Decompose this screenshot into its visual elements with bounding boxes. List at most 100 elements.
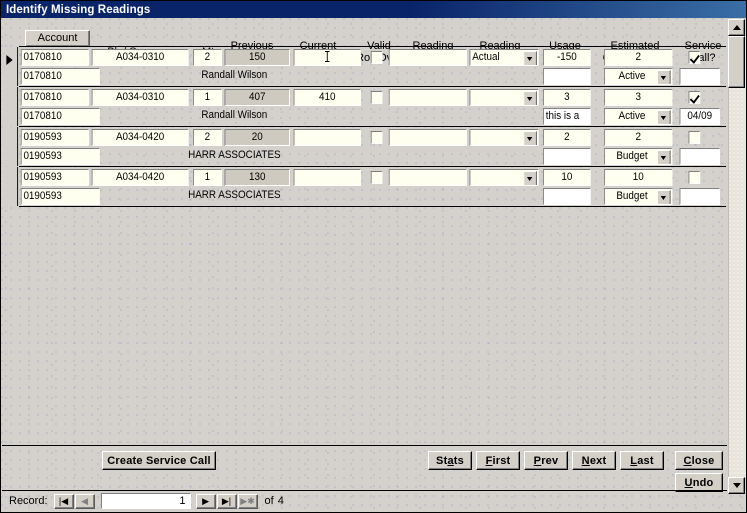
reading-type-combo[interactable]: Actual: [469, 49, 539, 66]
mtr-field[interactable]: 1: [193, 89, 222, 106]
detail-account-field[interactable]: 0190593: [20, 188, 100, 205]
scroll-up-button[interactable]: [728, 19, 745, 36]
last-button[interactable]: Last: [620, 451, 664, 470]
bk-sequence-field[interactable]: A034-0310: [91, 49, 189, 66]
chevron-down-icon[interactable]: [657, 190, 671, 204]
note-field[interactable]: this is a: [543, 108, 591, 125]
detail-account-field[interactable]: 0190593: [20, 148, 100, 165]
text-caret: [325, 51, 330, 62]
create-service-call-button[interactable]: Create Service Call: [102, 451, 216, 470]
estimated-consumption-field[interactable]: 2: [604, 49, 673, 66]
bk-sequence-field[interactable]: A034-0420: [91, 129, 189, 146]
current-reading-field[interactable]: [293, 129, 361, 146]
close-button[interactable]: Close: [675, 451, 723, 470]
usage-field[interactable]: 3: [543, 89, 591, 106]
nav-first-button[interactable]: |◀: [53, 493, 74, 509]
bk-sequence-field[interactable]: A034-0420: [91, 169, 189, 186]
current-reading-field[interactable]: [293, 169, 361, 186]
record-block: 0190593 A034-0420 1 130 10 10 0190593 HARR ASSO…: [1, 167, 728, 207]
record-selector[interactable]: [1, 127, 19, 166]
valid-roll-over-checkbox[interactable]: [370, 91, 383, 104]
nav-prev-button[interactable]: ◀: [74, 493, 95, 509]
chevron-down-icon[interactable]: [657, 150, 671, 164]
status-date-field[interactable]: [679, 188, 720, 205]
record-selector[interactable]: [1, 47, 19, 86]
reading-date-field[interactable]: [388, 89, 467, 106]
status-combo[interactable]: Budget: [604, 188, 673, 205]
reading-type-combo[interactable]: [469, 89, 539, 106]
reading-date-field[interactable]: [388, 49, 467, 66]
scrollbar-thumb[interactable]: [728, 36, 745, 88]
stats-button[interactable]: Stats: [428, 451, 472, 470]
record-selector[interactable]: [1, 87, 19, 126]
customer-name-label: HARR ASSOCIATES: [188, 149, 281, 161]
account-field[interactable]: 0190593: [20, 129, 89, 146]
account-field[interactable]: 0190593: [20, 169, 89, 186]
nav-of-label: of: [264, 495, 274, 507]
reading-type-combo[interactable]: [469, 129, 539, 146]
nav-last-button[interactable]: ▶|: [216, 493, 237, 509]
account-field[interactable]: 0170810: [20, 89, 89, 106]
scrollbar-track[interactable]: [728, 36, 746, 477]
valid-roll-over-checkbox[interactable]: [370, 51, 383, 64]
mtr-field[interactable]: 2: [193, 49, 222, 66]
chevron-down-icon[interactable]: [657, 110, 671, 124]
estimated-consumption-field[interactable]: 2: [604, 129, 673, 146]
nav-new-record-button[interactable]: ▶✱: [237, 493, 258, 509]
note-field[interactable]: [543, 188, 591, 205]
reading-date-field[interactable]: [388, 129, 467, 146]
usage-field[interactable]: 10: [543, 169, 591, 186]
record-navigator: Record: |◀ ◀ 1 ▶ ▶| ▶✱ of 4: [2, 491, 727, 511]
status-date-field[interactable]: 04/09: [679, 108, 720, 125]
chevron-down-icon[interactable]: [523, 91, 537, 105]
valid-roll-over-checkbox[interactable]: [370, 171, 383, 184]
estimated-consumption-field[interactable]: 3: [604, 89, 673, 106]
usage-field[interactable]: 2: [543, 129, 591, 146]
reading-date-field[interactable]: [388, 169, 467, 186]
scroll-down-button[interactable]: [728, 477, 745, 494]
column-header-account[interactable]: Account: [25, 30, 90, 47]
prev-button[interactable]: Prev: [524, 451, 568, 470]
status-combo[interactable]: Active: [604, 108, 673, 125]
usage-field[interactable]: -150: [543, 49, 591, 66]
record-selector[interactable]: [1, 167, 19, 206]
service-call-checkbox[interactable]: [688, 91, 701, 104]
prev-button-label: Prev: [533, 454, 559, 467]
status-combo[interactable]: Budget: [604, 148, 673, 165]
reading-type-combo[interactable]: [469, 169, 539, 186]
service-call-checkbox[interactable]: [688, 51, 701, 64]
window-title: Identify Missing Readings: [6, 3, 151, 16]
detail-account-field[interactable]: 0170810: [20, 108, 100, 125]
vertical-scrollbar[interactable]: [728, 19, 746, 494]
account-field[interactable]: 0170810: [20, 49, 89, 66]
service-call-checkbox[interactable]: [688, 171, 701, 184]
chevron-down-icon[interactable]: [523, 171, 537, 185]
mtr-field[interactable]: 1: [193, 169, 222, 186]
status-date-field[interactable]: [679, 68, 720, 85]
valid-roll-over-checkbox[interactable]: [370, 131, 383, 144]
status-combo[interactable]: Active: [604, 68, 673, 85]
nav-current-record-input[interactable]: 1: [100, 493, 191, 509]
next-button-label: Next: [581, 454, 607, 467]
current-reading-field[interactable]: [293, 49, 361, 66]
mtr-field[interactable]: 2: [193, 129, 222, 146]
note-field[interactable]: [543, 148, 591, 165]
chevron-down-icon[interactable]: [523, 131, 537, 145]
estimated-consumption-field[interactable]: 10: [604, 169, 673, 186]
status-date-field[interactable]: [679, 148, 720, 165]
record-block: 0190593 A034-0420 2 20 2 2 0190593 HARR ASSOCIA…: [1, 127, 728, 167]
note-field[interactable]: [543, 68, 591, 85]
bk-sequence-field[interactable]: A034-0310: [91, 89, 189, 106]
service-call-checkbox[interactable]: [688, 131, 701, 144]
nav-next-button[interactable]: ▶: [195, 493, 216, 509]
current-reading-field[interactable]: 410: [293, 89, 361, 106]
identify-missing-readings-window: Identify Missing Readings Account Bk / S…: [0, 0, 747, 513]
detail-account-field[interactable]: 0170810: [20, 68, 100, 85]
chevron-down-icon[interactable]: [657, 70, 671, 84]
first-button-label: First: [485, 454, 511, 467]
chevron-down-icon[interactable]: [523, 51, 537, 65]
footer-separator: [2, 445, 727, 446]
first-button[interactable]: First: [476, 451, 520, 470]
next-button[interactable]: Next: [572, 451, 616, 470]
previous-reading-field: 407: [224, 89, 291, 106]
